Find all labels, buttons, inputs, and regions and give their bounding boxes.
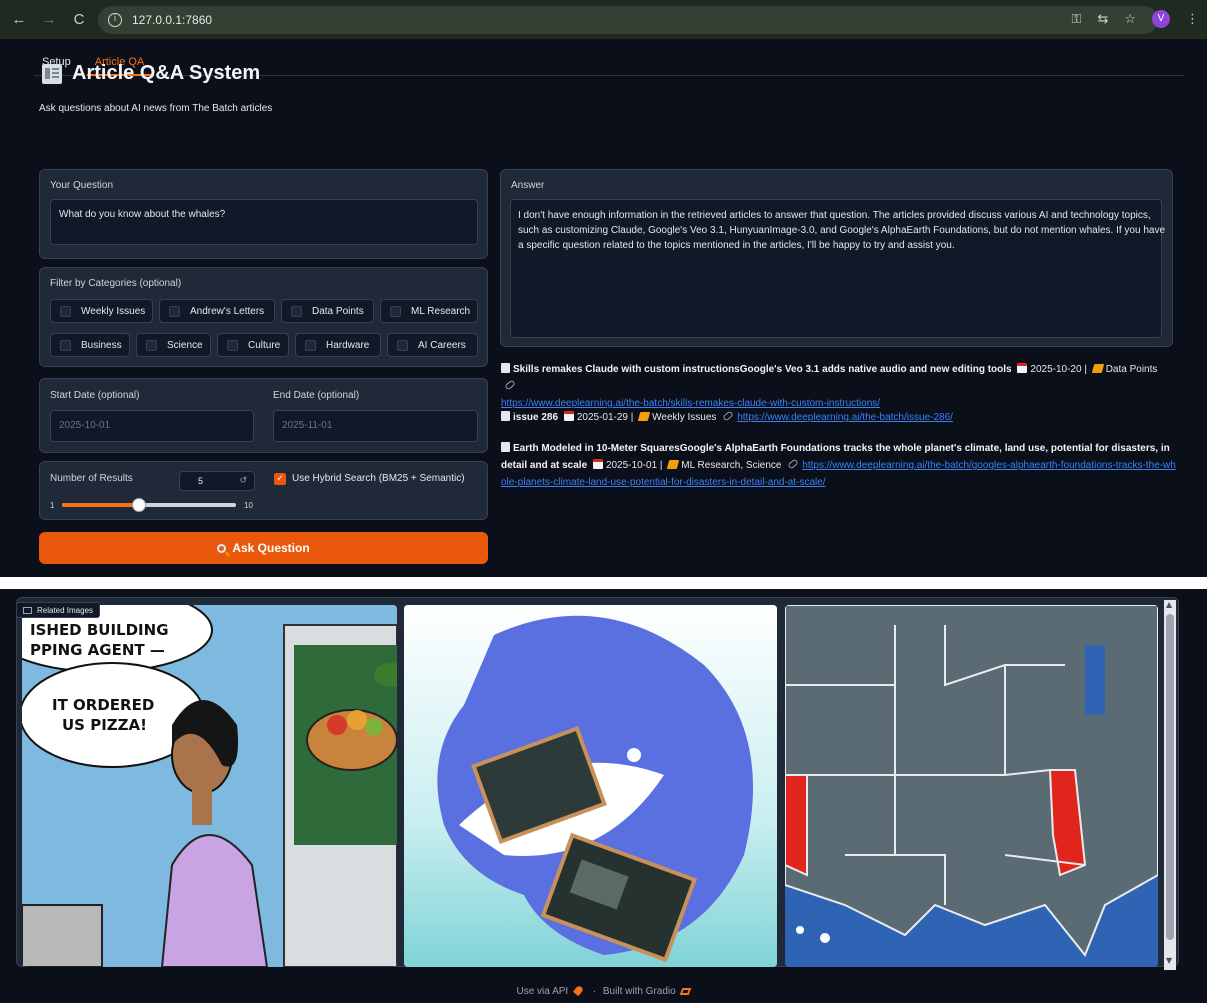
category-weekly-issues[interactable]: Weekly Issues <box>50 299 153 323</box>
scroll-up-icon[interactable]: ▲ <box>1166 600 1172 609</box>
category-business[interactable]: Business <box>50 333 130 357</box>
answer-text: I don't have enough information in the r… <box>518 210 1166 251</box>
results-label: Number of Results <box>50 473 133 484</box>
source-item: Skills remakes Claude with custom instru… <box>501 363 1158 409</box>
menu-icon[interactable]: ⋮ <box>1186 12 1199 27</box>
source-item: Earth Modeled in 10-Meter SquaresGoogle'… <box>501 442 1176 488</box>
url-text: 127.0.0.1:7860 <box>132 13 213 27</box>
newspaper-icon <box>42 63 62 84</box>
calendar-icon <box>1017 363 1028 373</box>
screenshot-divider <box>0 577 1207 589</box>
source-item: issue 286 2025-01-29 | Weekly Issues htt… <box>501 409 1177 426</box>
checkbox-icon <box>60 305 71 317</box>
slider-max-label: 10 <box>244 501 253 510</box>
slider-min-label: 1 <box>50 501 55 510</box>
comic-illustration: ISHED BUILDING PPING AGENT — IT ORDERED … <box>22 605 397 967</box>
category-science[interactable]: Science <box>136 333 211 357</box>
tag-icon <box>667 460 680 469</box>
footer-separator: · <box>592 986 597 997</box>
gallery-image-map[interactable] <box>785 605 1158 967</box>
checkbox-icon <box>60 339 71 351</box>
browser-actions: ⚿ ⇆ ☆ V ⋮ <box>1072 10 1199 28</box>
hybrid-checkbox[interactable]: ✓ <box>274 473 286 485</box>
answer-label: Answer <box>511 180 545 191</box>
calendar-icon <box>563 411 574 421</box>
category-hardware[interactable]: Hardware <box>295 333 381 357</box>
gallery-scrollbar[interactable]: ▲ ▼ <box>1164 600 1176 970</box>
category-andrews-letters[interactable]: Andrew's Letters <box>159 299 275 323</box>
category-ai-careers[interactable]: AI Careers <box>387 333 478 357</box>
gallery-image-comic[interactable]: ISHED BUILDING PPING AGENT — IT ORDERED … <box>22 605 397 967</box>
browser-toolbar: ← → C i 127.0.0.1:7860 ⚿ ⇆ ☆ V ⋮ <box>0 0 1207 40</box>
comic-text-line3: IT ORDERED <box>52 696 154 714</box>
profile-avatar[interactable]: V <box>1152 10 1170 28</box>
link-icon <box>787 458 800 470</box>
question-input[interactable]: What do you know about the whales? <box>50 199 478 245</box>
forward-icon[interactable]: → <box>38 11 60 28</box>
link-icon <box>504 379 516 391</box>
gallery-label: Related Images <box>16 602 101 618</box>
back-icon[interactable]: ← <box>8 11 30 28</box>
translate-icon[interactable]: ⇆ <box>1097 12 1108 27</box>
results-value: 5 <box>198 476 204 486</box>
checkbox-icon <box>169 305 180 317</box>
password-key-icon[interactable]: ⚿ <box>1072 12 1082 27</box>
checkbox-icon <box>390 305 401 317</box>
ask-question-label: Ask Question <box>232 541 310 555</box>
scroll-down-icon[interactable]: ▼ <box>1166 956 1172 965</box>
bookmark-star-icon[interactable]: ☆ <box>1124 12 1136 27</box>
end-date-input[interactable]: 2025-11-01 <box>273 410 478 442</box>
tag-icon <box>637 412 651 421</box>
document-icon <box>501 363 510 373</box>
reload-icon[interactable]: C <box>68 11 90 28</box>
checkbox-icon <box>397 339 408 351</box>
slider-fill <box>62 503 140 507</box>
end-date-label: End Date (optional) <box>273 390 360 401</box>
hybrid-label: Use Hybrid Search (BM25 + Semantic) <box>292 473 465 484</box>
page-subtitle: Ask questions about AI news from The Bat… <box>39 103 273 114</box>
use-via-api-link[interactable]: Use via API <box>517 986 569 997</box>
results-number-input[interactable]: 5 ↺ <box>179 471 255 491</box>
link-icon <box>722 410 734 422</box>
source-link[interactable]: https://www.deeplearning.ai/the-batch/is… <box>737 412 953 423</box>
checkbox-icon <box>146 339 157 351</box>
category-ml-research[interactable]: ML Research <box>380 299 478 323</box>
reset-icon[interactable]: ↺ <box>239 475 247 486</box>
built-with-gradio-link[interactable]: Built with Gradio <box>603 986 676 997</box>
page-title: Article Q&A System <box>42 62 260 85</box>
results-slider[interactable] <box>62 498 236 512</box>
whale-illustration <box>404 605 777 967</box>
category-data-points[interactable]: Data Points <box>281 299 374 323</box>
start-date-label: Start Date (optional) <box>50 390 140 401</box>
start-date-input[interactable]: 2025-10-01 <box>50 410 254 442</box>
footer: Use via API · Built with Gradio <box>0 984 1207 997</box>
gradio-logo-icon <box>680 988 692 995</box>
address-bar[interactable]: i 127.0.0.1:7860 <box>98 6 1158 34</box>
checkbox-icon <box>227 339 238 351</box>
magnifier-icon <box>217 543 231 556</box>
site-info-icon[interactable]: i <box>108 13 122 27</box>
scroll-thumb[interactable] <box>1166 614 1174 940</box>
rocket-icon <box>572 984 585 997</box>
image-icon <box>23 606 32 614</box>
category-culture[interactable]: Culture <box>217 333 289 357</box>
comic-text-line1: ISHED BUILDING <box>30 621 169 639</box>
checkbox-icon <box>305 339 316 351</box>
gallery-image-whale[interactable] <box>404 605 777 967</box>
tag-icon <box>1091 364 1104 373</box>
checkbox-icon <box>291 305 302 317</box>
ask-question-button[interactable]: Ask Question <box>39 532 488 564</box>
comic-text-line4: US PIZZA! <box>62 716 147 734</box>
document-icon <box>501 411 510 421</box>
calendar-icon <box>592 459 603 469</box>
us-map-illustration <box>785 605 1158 967</box>
page-title-text: Article Q&A System <box>72 62 261 84</box>
document-icon <box>501 442 510 452</box>
comic-text-line2: PPING AGENT — <box>30 641 165 659</box>
question-label: Your Question <box>50 180 114 191</box>
categories-label: Filter by Categories (optional) <box>50 278 182 289</box>
source-link[interactable]: https://www.deeplearning.ai/the-batch/sk… <box>501 398 880 409</box>
results-block <box>39 461 488 520</box>
